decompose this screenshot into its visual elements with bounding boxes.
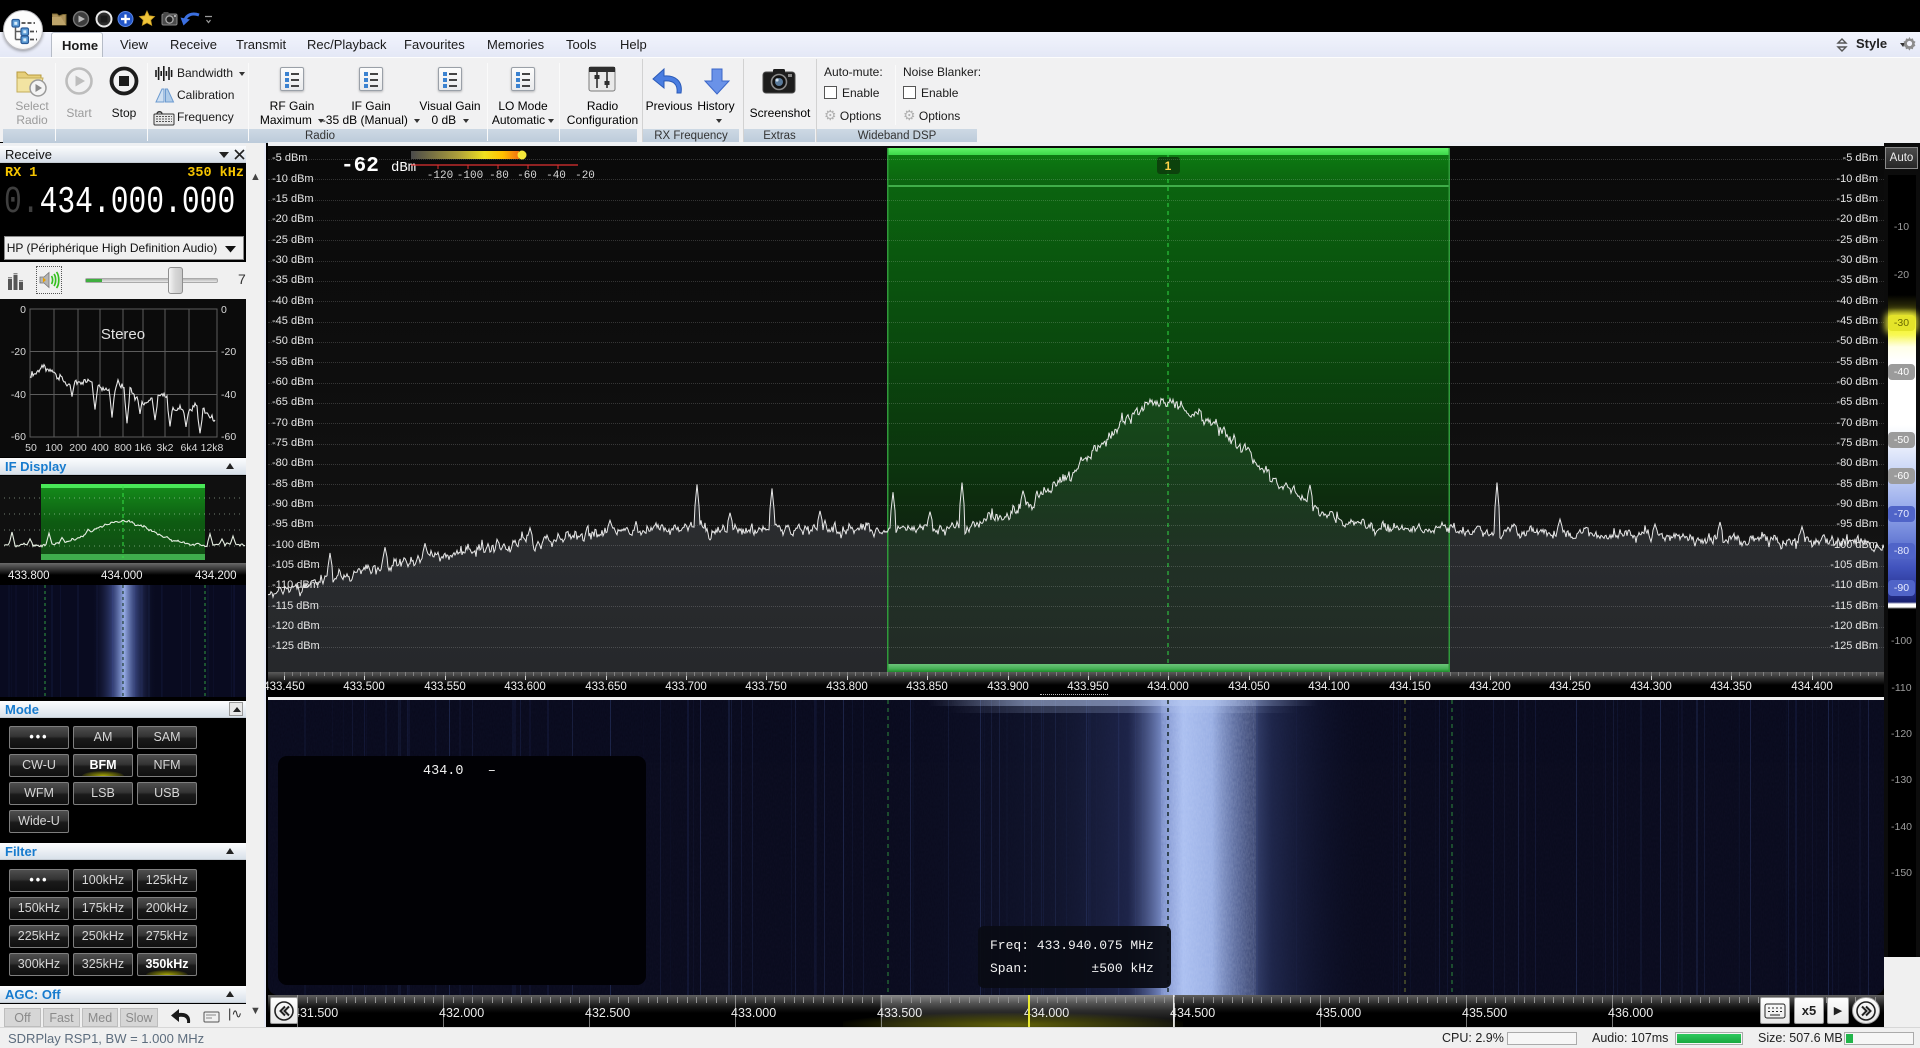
svg-text:-20: -20 bbox=[575, 170, 595, 182]
svg-text:6k4: 6k4 bbox=[181, 442, 198, 454]
svg-text:1: 1 bbox=[1165, 159, 1172, 173]
svg-text:1k6: 1k6 bbox=[135, 442, 152, 454]
svg-text:0: 0 bbox=[20, 304, 26, 316]
svg-text:-120: -120 bbox=[427, 170, 453, 182]
svg-text:50: 50 bbox=[25, 442, 37, 454]
svg-text:3k2: 3k2 bbox=[157, 442, 174, 454]
svg-text:Stereo: Stereo bbox=[101, 326, 145, 343]
svg-text:12k8: 12k8 bbox=[201, 442, 224, 454]
svg-text:-80: -80 bbox=[489, 170, 509, 182]
svg-text:-20: -20 bbox=[221, 346, 236, 358]
svg-text:-40: -40 bbox=[546, 170, 566, 182]
svg-text:-60: -60 bbox=[11, 431, 26, 443]
svg-text:-60: -60 bbox=[517, 170, 537, 182]
svg-text:400: 400 bbox=[91, 442, 109, 454]
svg-text:100: 100 bbox=[45, 442, 63, 454]
svg-text:-20: -20 bbox=[11, 346, 26, 358]
svg-text:-40: -40 bbox=[221, 389, 236, 401]
svg-text:0: 0 bbox=[221, 304, 227, 316]
svg-text:-40: -40 bbox=[11, 389, 26, 401]
svg-text:dBm: dBm bbox=[391, 160, 416, 176]
svg-text:200: 200 bbox=[69, 442, 87, 454]
svg-text:800: 800 bbox=[114, 442, 132, 454]
svg-text:-100: -100 bbox=[457, 170, 483, 182]
